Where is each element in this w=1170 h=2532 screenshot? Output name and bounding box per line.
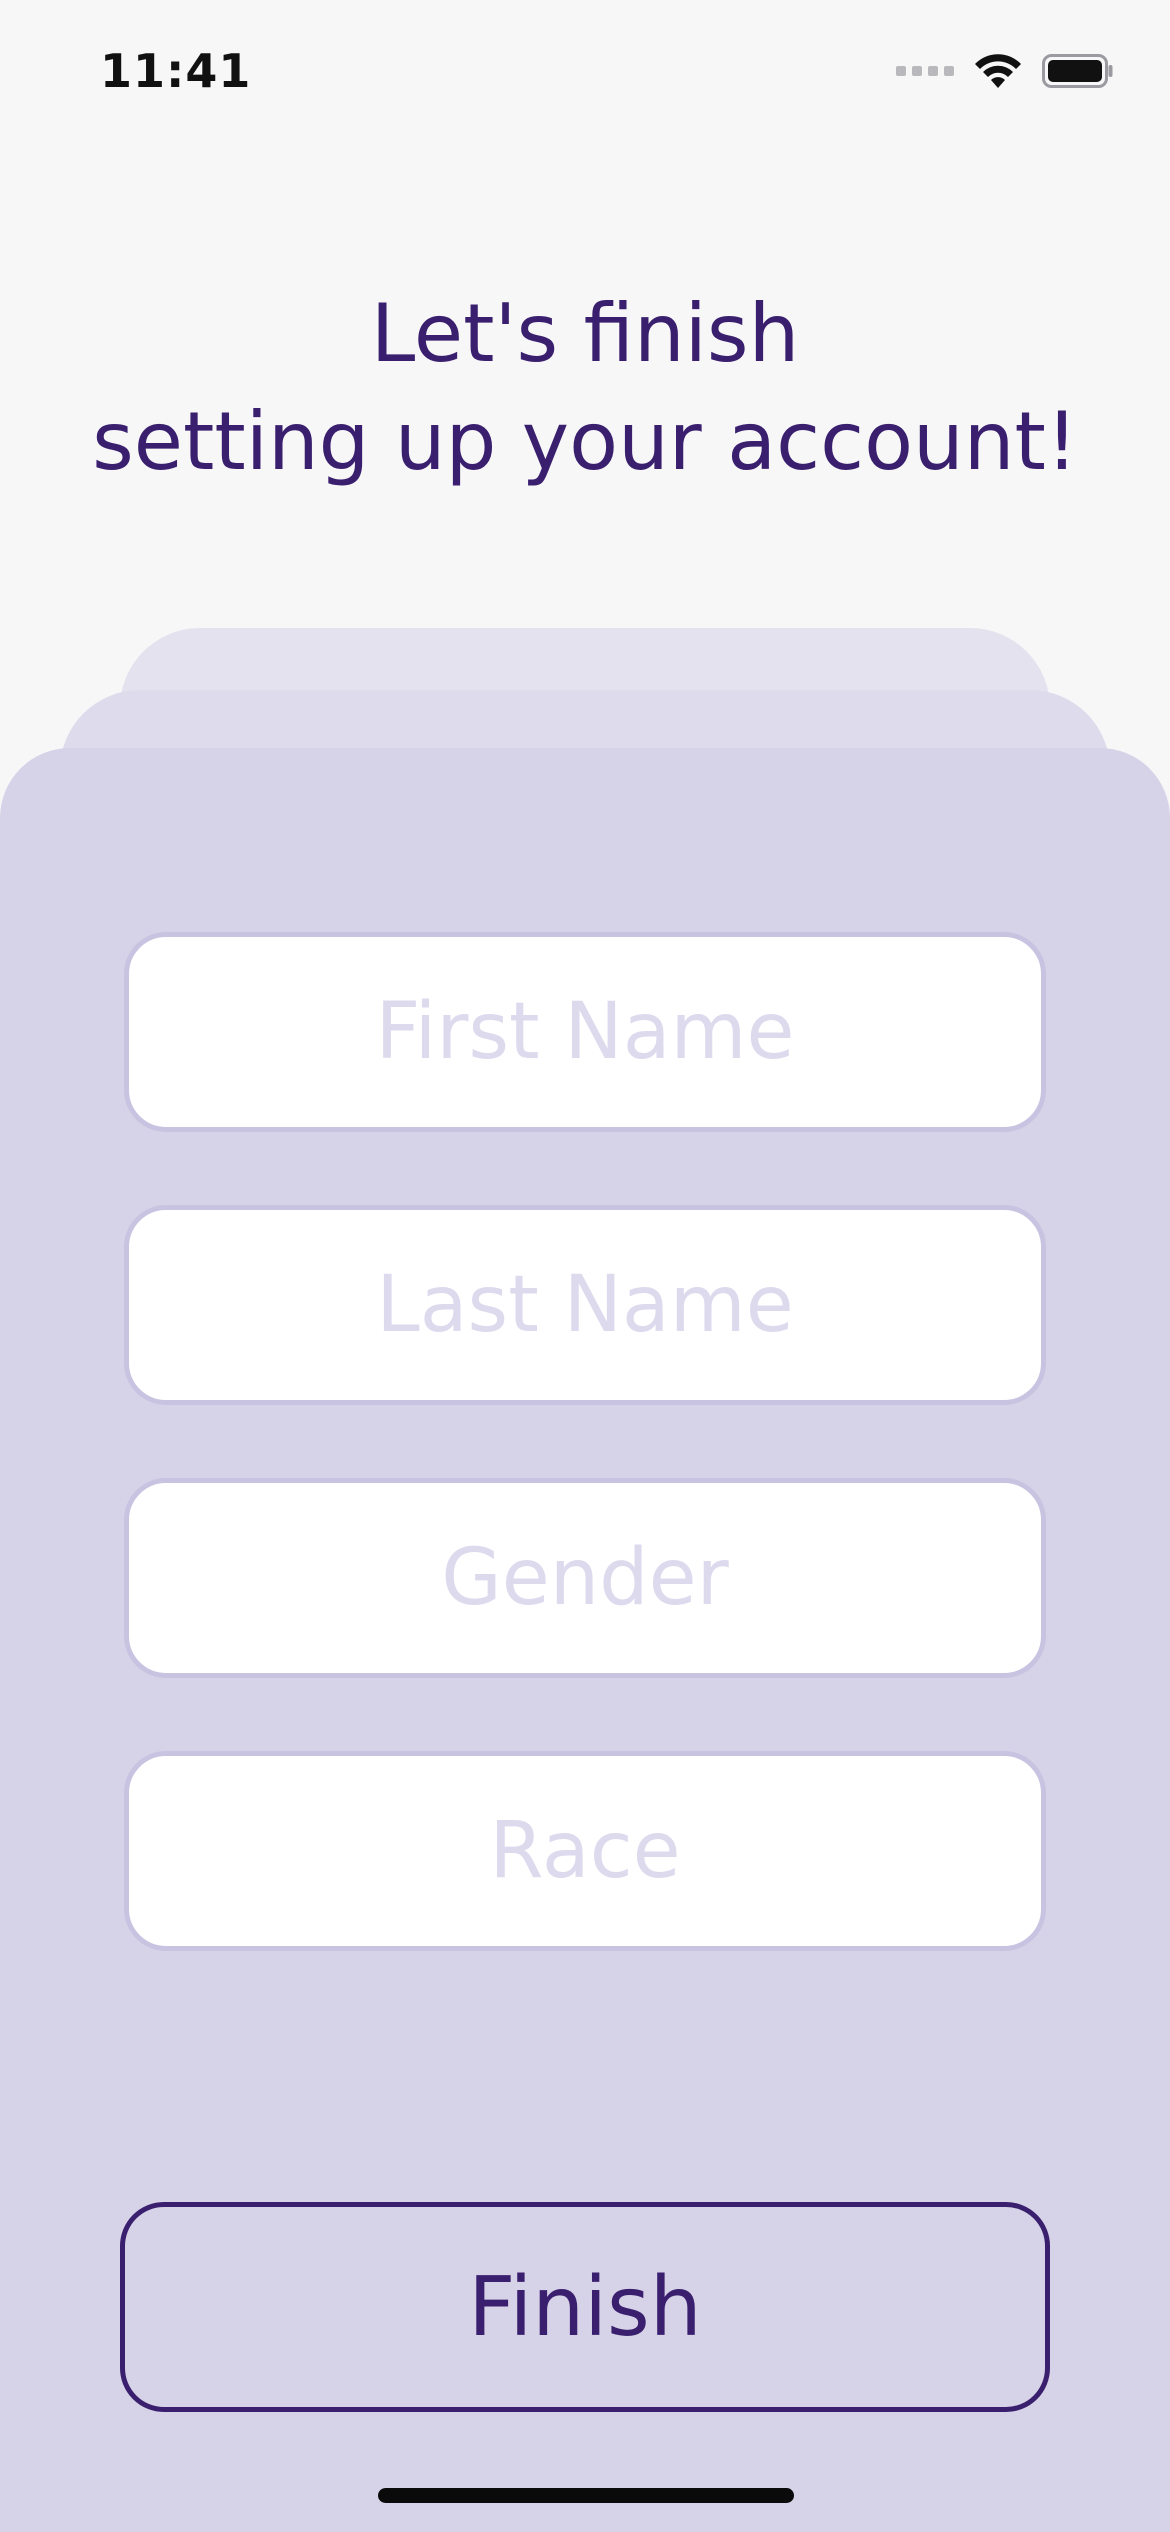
first-name-field[interactable] — [124, 932, 1046, 1132]
finish-button-label: Finish — [468, 2259, 702, 2355]
last-name-input[interactable] — [129, 1210, 1041, 1400]
page-title-line-1: Let's finish — [370, 287, 800, 380]
first-name-input[interactable] — [129, 937, 1041, 1127]
last-name-field[interactable] — [124, 1205, 1046, 1405]
status-icons — [896, 52, 1114, 90]
status-time: 11:41 — [100, 44, 252, 98]
gender-input[interactable] — [129, 1483, 1041, 1673]
page-title-line-2: setting up your account! — [92, 395, 1078, 488]
finish-button[interactable]: Finish — [120, 2202, 1050, 2412]
signal-dots-icon — [896, 66, 954, 76]
race-input[interactable] — [129, 1756, 1041, 1946]
status-bar: 11:41 — [0, 0, 1170, 150]
race-field[interactable] — [124, 1751, 1046, 1951]
page-title: Let's finish setting up your account! — [0, 280, 1170, 496]
gender-field[interactable] — [124, 1478, 1046, 1678]
battery-icon — [1042, 54, 1113, 88]
wifi-icon — [975, 54, 1021, 88]
home-indicator — [378, 2488, 794, 2503]
